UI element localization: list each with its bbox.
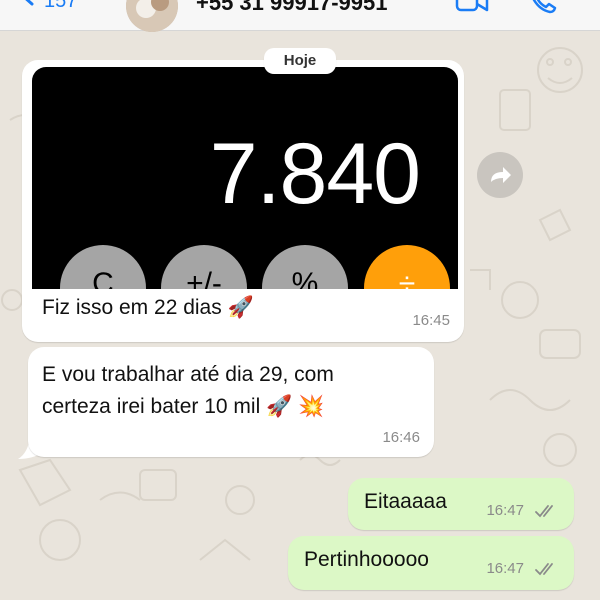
date-separator: Hoje	[264, 48, 336, 74]
message-text: Pertinhooooo	[304, 548, 429, 571]
contact-phone-number[interactable]: +55 31 99917-9951	[196, 0, 387, 16]
message-text: Eitaaaaa	[364, 490, 447, 513]
video-call-icon[interactable]	[455, 0, 489, 16]
double-check-icon	[535, 505, 553, 518]
contact-avatar[interactable]	[126, 0, 178, 32]
outgoing-text-message[interactable]: Eitaaaaa 16:47	[348, 478, 574, 530]
chat-header: 157 +55 31 99917-9951	[0, 0, 600, 32]
forward-icon	[491, 167, 511, 183]
chat-screen: 157 +55 31 99917-9951 Hoje 7.840 C +/- %…	[0, 0, 600, 600]
calculator-key-percent: %	[262, 245, 348, 289]
calculator-display-value: 7.840	[209, 126, 421, 222]
calculator-key-plus-minus: +/-	[161, 245, 247, 289]
incoming-image-message[interactable]: 7.840 C +/- % ÷ Fiz isso em 22 dias 🚀 16…	[22, 60, 464, 342]
phone-call-icon[interactable]	[528, 0, 558, 14]
calculator-screenshot-image[interactable]: 7.840 C +/- % ÷	[32, 67, 458, 289]
message-timestamp: 16:46	[382, 429, 420, 446]
calculator-key-divide: ÷	[364, 245, 450, 289]
message-text-line: E vou trabalhar até dia 29, com	[42, 363, 334, 386]
message-timestamp: 16:47	[486, 502, 524, 519]
message-text: E vou trabalhar até dia 29, com certeza …	[42, 359, 422, 423]
incoming-text-message[interactable]: E vou trabalhar até dia 29, com certeza …	[28, 347, 434, 457]
message-timestamp: 16:47	[486, 560, 524, 577]
message-text-line: certeza irei bater 10 mil 🚀 💥	[42, 395, 325, 418]
back-chevron-icon[interactable]	[18, 0, 38, 6]
calculator-key-clear: C	[60, 245, 146, 289]
double-check-icon	[535, 563, 553, 576]
message-timestamp: 16:45	[412, 312, 450, 329]
forward-button[interactable]	[477, 152, 523, 198]
back-unread-count[interactable]: 157	[44, 0, 77, 13]
image-caption: Fiz isso em 22 dias 🚀	[42, 296, 254, 319]
outgoing-text-message[interactable]: Pertinhooooo 16:47	[288, 536, 574, 590]
